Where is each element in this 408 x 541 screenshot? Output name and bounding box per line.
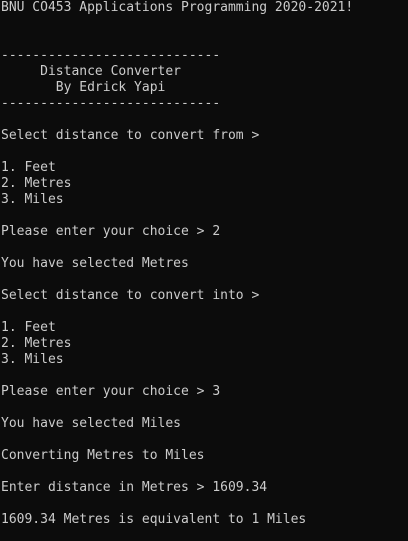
- into-option-feet: 1. Feet: [1, 320, 56, 335]
- divider-top: ----------------------------: [1, 48, 221, 63]
- distance-input[interactable]: Enter distance in Metres > 1609.34: [1, 480, 267, 496]
- into-option-metres: 2. Metres: [1, 336, 72, 351]
- prompt-convert-into: Select distance to convert into >: [1, 288, 260, 303]
- app-title: Distance Converter: [1, 64, 182, 79]
- app-author: By Edrick Yapi: [1, 80, 166, 95]
- conversion-result: 1609.34 Metres is equivalent to 1 Miles: [1, 512, 307, 527]
- into-selection-confirmation: You have selected Miles: [1, 416, 182, 431]
- from-selection-confirmation: You have selected Metres: [1, 256, 189, 271]
- prompt-convert-from: Select distance to convert from >: [1, 128, 260, 143]
- from-option-miles: 3. Miles: [1, 192, 64, 207]
- into-option-miles: 3. Miles: [1, 352, 64, 367]
- from-option-metres: 2. Metres: [1, 176, 72, 191]
- from-option-feet: 1. Feet: [1, 160, 56, 175]
- into-choice-input[interactable]: Please enter your choice > 3: [1, 384, 220, 400]
- conversion-status: Converting Metres to Miles: [1, 448, 205, 463]
- console-window: BNU CO453 Applications Programming 2020-…: [0, 0, 408, 541]
- program-header: BNU CO453 Applications Programming 2020-…: [1, 0, 354, 15]
- divider-bottom: ----------------------------: [1, 96, 221, 111]
- from-choice-input[interactable]: Please enter your choice > 2: [1, 224, 220, 240]
